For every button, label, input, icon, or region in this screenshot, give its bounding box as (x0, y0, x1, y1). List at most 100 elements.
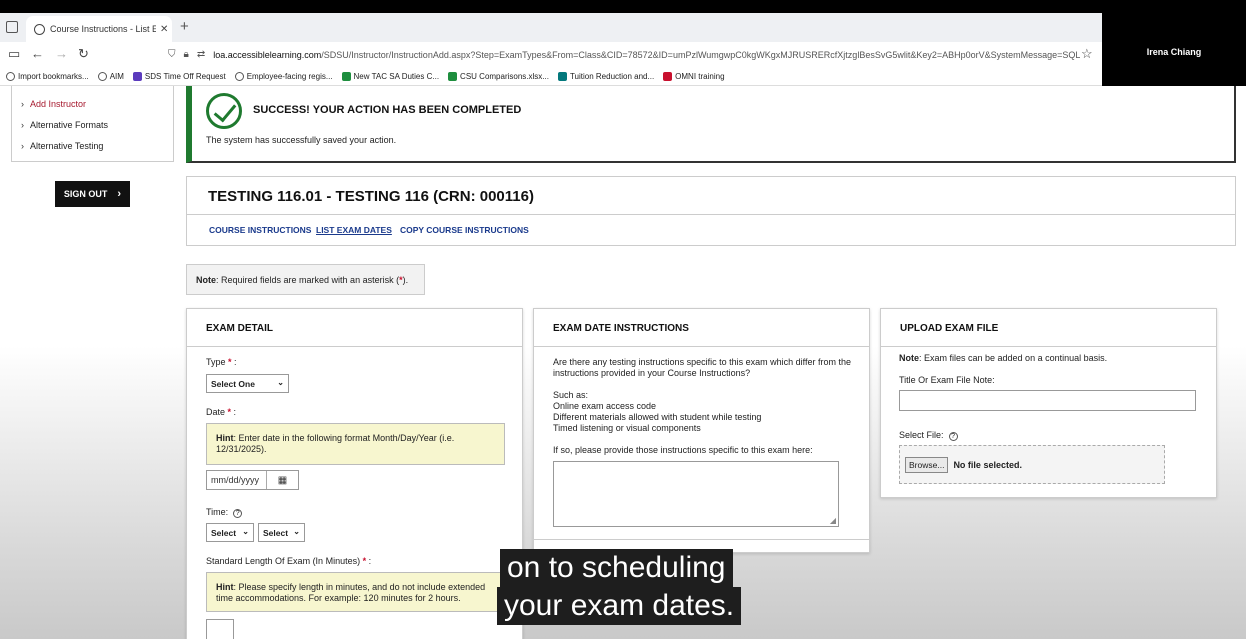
exam-date-instructions-panel: EXAM DATE INSTRUCTIONS Are there any tes… (533, 308, 870, 553)
panel-header: EXAM DETAIL (187, 309, 522, 347)
note-bold: Note (196, 274, 216, 285)
course-instructions-link[interactable]: COURSE INSTRUCTIONS (209, 225, 311, 235)
time-minute-select[interactable]: Select ⌄ (258, 523, 305, 542)
bookmarks-bar: Import bookmarks... AIM SDS Time Off Req… (0, 67, 1102, 86)
caption-line-1: on to scheduling (500, 549, 733, 587)
length-input[interactable] (206, 619, 234, 639)
title-label: Title Or Exam File Note: (899, 375, 995, 385)
url-path: /SDSU/Instructor/InstructionAdd.aspx?Ste… (321, 49, 1080, 60)
bookmark-label: Import bookmarks... (18, 71, 89, 81)
type-select-value: Select One (211, 378, 255, 389)
sd-icon (663, 71, 673, 81)
exam-detail-panel: EXAM DETAIL Type * : Select One ⌄ Date *… (186, 308, 523, 639)
help-icon[interactable]: ? (233, 509, 243, 518)
no-file-label: No file selected. (953, 459, 1022, 470)
type-label-text: Type (206, 357, 226, 367)
bookmark-item[interactable]: AIM (97, 71, 124, 81)
file-dropzone[interactable]: Browse... No file selected. (899, 445, 1165, 484)
tab-title: Course Instructions - List Exam (50, 24, 156, 34)
title-input[interactable] (899, 390, 1196, 411)
tab-actions-icon[interactable] (6, 21, 18, 33)
success-alert: SUCCESS! YOUR ACTION HAS BEEN COMPLETED … (186, 86, 1236, 163)
video-participant-tile: Irena Chiang (1102, 13, 1246, 95)
globe-icon (234, 71, 244, 81)
required-asterisk: * (225, 357, 232, 367)
example-item: Online exam access code (553, 401, 657, 411)
date-hint: Hint: Enter date in the following format… (206, 423, 505, 465)
bookmark-item[interactable]: New TAC SA Duties C... (341, 71, 439, 81)
bookmark-item[interactable]: OMNI training (663, 71, 725, 81)
navigation-bar: ▭ ← → ↻ ⛉ 🔒︎ ⇄ loa.accessiblelearning.co… (0, 42, 1102, 67)
note-text: : Exam files can be added on a continual… (919, 353, 1108, 363)
browse-button[interactable]: Browse... (905, 456, 949, 473)
sidebar-item-add-instructor[interactable]: › Add Instructor (21, 99, 86, 109)
sidebar-toggle-icon[interactable]: ▭ (8, 46, 20, 62)
new-tab-button[interactable]: + (180, 18, 189, 35)
reload-icon[interactable]: ↻ (78, 46, 89, 62)
required-fields-note: Note : Required fields are marked with a… (186, 264, 425, 295)
browser-tab[interactable]: Course Instructions - List Exam ✕ (26, 16, 172, 42)
bookmark-label: CSU Comparisons.xlsx... (460, 71, 549, 81)
example-item: Timed listening or visual components (553, 423, 701, 433)
type-select[interactable]: Select One ⌄ (206, 374, 289, 393)
sidebar-item-label: Alternative Formats (30, 120, 109, 130)
bookmark-item[interactable]: Employee-facing regis... (234, 71, 333, 81)
instructions-prompt: If so, please provide those instructions… (553, 445, 813, 455)
time-label-text: Time: (206, 507, 229, 517)
time-hour-value: Select (211, 527, 237, 538)
calendar-icon[interactable]: ▦ (266, 471, 298, 489)
instructions-question: Are there any testing instructions speci… (553, 357, 851, 378)
caption-line-2: your exam dates. (497, 587, 742, 625)
upload-exam-file-panel: UPLOAD EXAM FILE Note: Exam files can be… (880, 308, 1217, 498)
bookmark-item[interactable]: SDS Time Off Request (132, 71, 226, 81)
globe-icon (97, 71, 107, 81)
sidebar-item-label: Add Instructor (30, 99, 87, 109)
bookmark-item[interactable]: Import bookmarks... (6, 71, 89, 81)
divider (534, 539, 869, 540)
address-bar[interactable]: ⛉ 🔒︎ ⇄ loa.accessiblelearning.com /SDSU/… (168, 44, 1080, 65)
bookmark-star-icon[interactable]: ☆ (1081, 46, 1093, 62)
resize-grip-icon[interactable]: ◢ (830, 516, 836, 525)
success-message: The system has successfully saved your a… (206, 135, 397, 145)
chevron-right-icon: › (21, 120, 24, 130)
bookmark-item[interactable]: Tuition Reduction and... (557, 71, 654, 81)
type-label: Type * : (206, 357, 237, 367)
panel-header: UPLOAD EXAM FILE (881, 309, 1216, 347)
such-as-label: Such as: (553, 390, 589, 400)
sharepoint-icon (557, 71, 567, 81)
chevron-right-icon: › (21, 141, 24, 151)
bookmark-label: SDS Time Off Request (144, 71, 226, 81)
import-icon (6, 71, 15, 81)
date-label-text: Date (206, 407, 226, 417)
sidebar-item-alternative-formats[interactable]: › Alternative Formats (21, 120, 108, 130)
close-tab-icon[interactable]: ✕ (160, 24, 168, 35)
date-input[interactable]: mm/dd/yyyy ▦ (206, 470, 299, 490)
select-file-text: Select File: (899, 430, 944, 440)
back-icon[interactable]: ← (31, 46, 44, 61)
note-close: ). (402, 274, 409, 285)
help-icon[interactable]: ? (948, 432, 958, 441)
course-title: TESTING 116.01 - TESTING 116 (CRN: 00011… (208, 188, 534, 205)
panel-header: EXAM DATE INSTRUCTIONS (534, 309, 869, 347)
select-file-label: Select File:? (899, 430, 958, 441)
sign-out-button[interactable]: SIGN OUT › (55, 181, 130, 207)
permissions-icon[interactable]: ⇄ (197, 49, 205, 60)
chevron-right-icon: › (117, 188, 122, 200)
copy-course-instructions-link[interactable]: COPY COURSE INSTRUCTIONS (400, 225, 529, 235)
hint-text: : Please specify length in minutes, and … (216, 582, 486, 603)
list-exam-dates-link[interactable]: LIST EXAM DATES (316, 225, 392, 235)
forward-icon[interactable]: → (55, 46, 68, 61)
date-placeholder: mm/dd/yyyy (211, 475, 260, 485)
chevron-down-icon: ⌄ (242, 527, 249, 536)
time-hour-select[interactable]: Select ⌄ (206, 523, 254, 542)
sidebar-item-alternative-testing[interactable]: › Alternative Testing (21, 141, 103, 151)
url-host: loa.accessiblelearning.com (213, 49, 322, 60)
examples-list: Such as: Online exam access code Differe… (553, 390, 761, 434)
bookmark-label: AIM (109, 71, 124, 81)
required-asterisk: * (360, 556, 367, 566)
length-hint: Hint: Please specify length in minutes, … (206, 572, 505, 612)
globe-icon (34, 23, 45, 35)
length-label: Standard Length Of Exam (In Minutes) * : (206, 556, 372, 566)
instructions-textarea[interactable]: ◢ (553, 461, 839, 527)
bookmark-item[interactable]: CSU Comparisons.xlsx... (448, 71, 549, 81)
